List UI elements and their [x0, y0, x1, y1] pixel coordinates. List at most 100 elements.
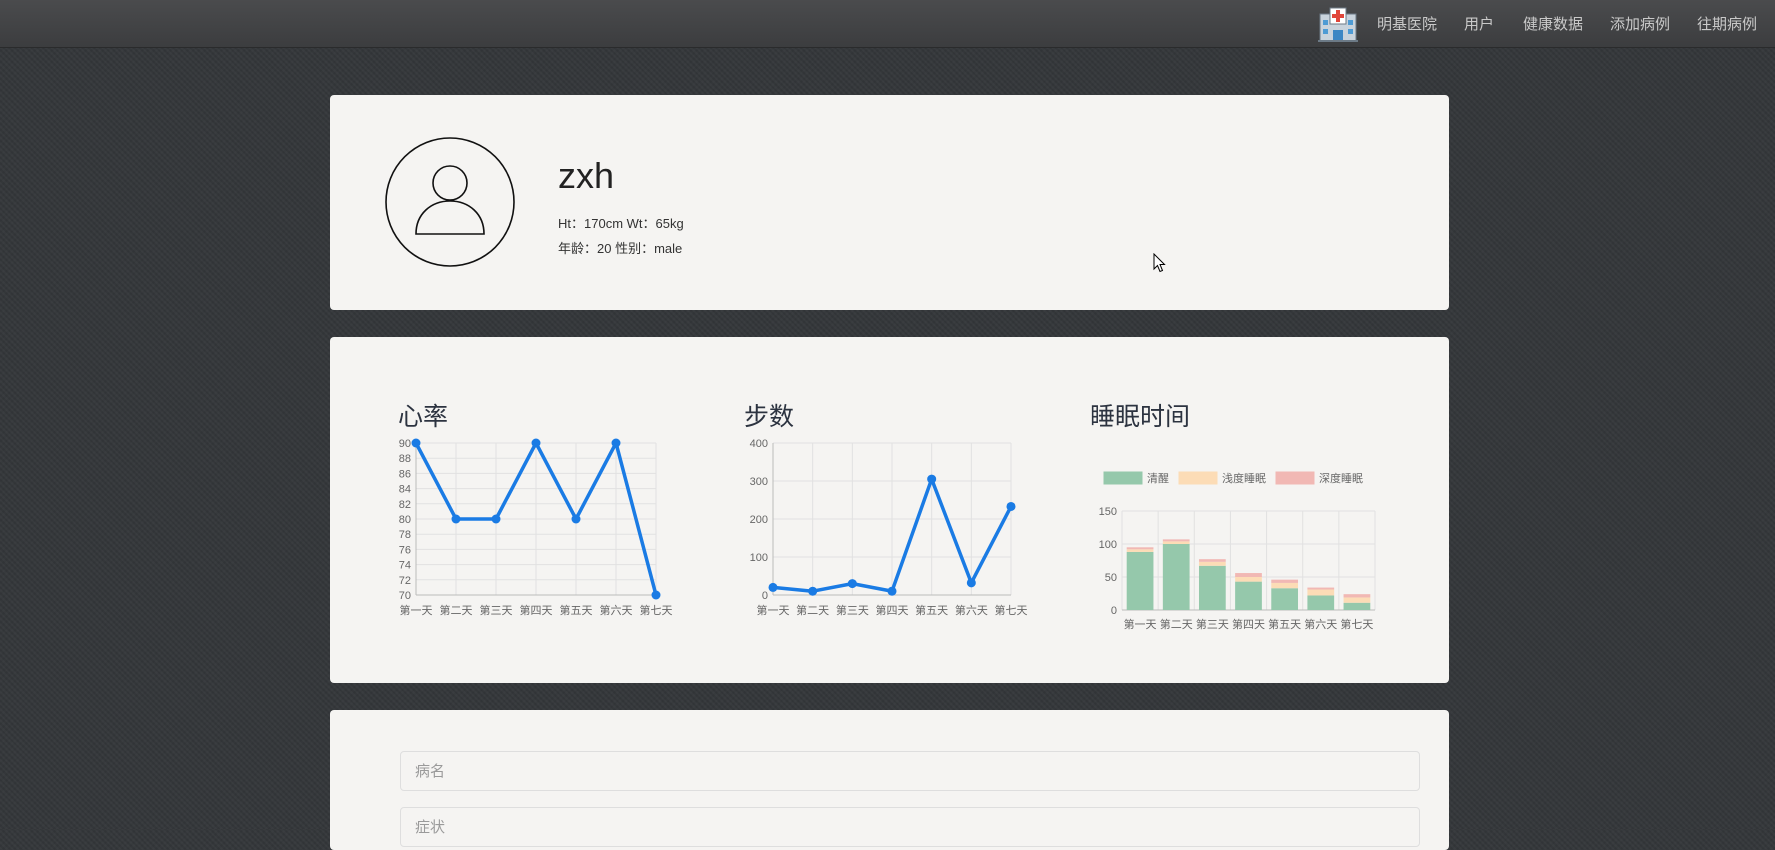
bar-segment [1198, 559, 1226, 562]
x-tick-label: 第一天 [757, 603, 790, 617]
legend-swatch [1275, 471, 1315, 485]
y-tick-label: 50 [1105, 572, 1117, 584]
bar-segment [1307, 587, 1335, 590]
bar-segment [1126, 551, 1154, 610]
user-height-weight: Ht：170cm Wt：65kg [558, 216, 684, 231]
x-tick-label: 第四天 [876, 603, 909, 617]
y-tick-label: 300 [750, 476, 768, 488]
user-name: zxh [558, 155, 615, 196]
y-tick-label: 200 [750, 514, 768, 526]
bar-segment [1198, 565, 1226, 610]
bar-segment [1307, 595, 1335, 610]
data-point [451, 514, 461, 524]
bar-segment [1162, 539, 1190, 542]
bar-segment [1198, 561, 1226, 566]
x-tick-label: 第五天 [560, 603, 593, 617]
data-point [611, 438, 621, 448]
bar-segment [1343, 602, 1371, 610]
data-point [651, 590, 661, 600]
y-tick-label: 100 [750, 552, 768, 564]
hospital-icon[interactable] [1317, 6, 1359, 42]
data-point [411, 438, 421, 448]
nav-brand-link[interactable]: 明基医院 [1377, 13, 1437, 34]
y-tick-label: 90 [399, 438, 411, 450]
data-point [1006, 501, 1016, 511]
bar-segment [1162, 544, 1190, 610]
bar-segment [1343, 594, 1371, 598]
data-point [491, 514, 501, 524]
x-tick-label: 第三天 [480, 603, 513, 617]
x-tick-label: 第七天 [640, 603, 673, 617]
nav-user-link[interactable]: 用户 [1464, 13, 1494, 34]
symptom-input[interactable] [400, 807, 1420, 847]
x-tick-label: 第一天 [1124, 617, 1157, 631]
sleep-time-title: 睡眠时间 [1090, 403, 1191, 431]
x-tick-label: 第六天 [600, 603, 633, 617]
legend-label: 浅度睡眠 [1222, 471, 1266, 485]
x-tick-label: 第二天 [1160, 617, 1193, 631]
nav-past-cases-link[interactable]: 往期病例 [1697, 13, 1757, 34]
y-tick-label: 74 [399, 560, 411, 572]
user-age-gender: 年龄：20 性别：male [558, 241, 683, 256]
user-avatar-icon [385, 137, 515, 267]
bar-segment [1235, 577, 1262, 582]
y-tick-label: 88 [399, 453, 411, 465]
x-tick-label: 第三天 [836, 603, 869, 617]
x-tick-label: 第一天 [400, 603, 433, 617]
x-tick-label: 第四天 [1232, 617, 1265, 631]
y-tick-label: 0 [1111, 605, 1117, 617]
mouse-cursor-icon [1153, 253, 1166, 273]
y-tick-label: 84 [399, 484, 411, 496]
legend-label: 清醒 [1147, 472, 1169, 485]
x-tick-label: 第五天 [1268, 617, 1301, 631]
bar-segment [1162, 541, 1190, 544]
heart-rate-title: 心率 [398, 403, 449, 431]
steps-title: 步数 [744, 403, 795, 431]
x-tick-label: 第五天 [915, 603, 948, 617]
disease-name-input[interactable] [400, 751, 1420, 791]
y-tick-label: 86 [399, 468, 411, 480]
nav-health-data-link[interactable]: 健康数据 [1523, 13, 1583, 34]
y-tick-label: 80 [399, 514, 411, 526]
data-point [887, 586, 897, 596]
x-tick-label: 第六天 [1304, 617, 1337, 631]
y-tick-label: 70 [399, 590, 411, 602]
data-point [927, 474, 937, 484]
bar-segment [1126, 547, 1154, 550]
bar-segment [1271, 579, 1299, 583]
x-tick-label: 第七天 [995, 603, 1028, 617]
data-point [571, 514, 581, 524]
y-tick-label: 72 [399, 575, 411, 587]
bar-segment [1307, 589, 1335, 596]
bar-segment [1235, 581, 1262, 610]
bar-segment [1271, 588, 1299, 610]
y-tick-label: 76 [399, 544, 411, 556]
nav-add-case-link[interactable]: 添加病例 [1610, 13, 1670, 34]
y-tick-label: 78 [399, 529, 411, 541]
x-tick-label: 第七天 [1340, 617, 1373, 631]
data-point [531, 438, 541, 448]
legend-label: 深度睡眠 [1319, 471, 1363, 485]
y-tick-label: 100 [1099, 539, 1117, 551]
top-navbar: 明基医院 用户 健康数据 添加病例 往期病例 [0, 0, 1775, 48]
sleep-time-chart: 清醒 浅度睡眠 深度睡眠 0 50 100 150 第一天 第二天 第三天 第四天 第五天 第六天 第七天 [1099, 471, 1376, 631]
x-tick-label: 第二天 [440, 603, 473, 617]
x-tick-label: 第六天 [955, 603, 988, 617]
case-form-card [330, 710, 1449, 850]
bar-segment [1126, 549, 1154, 552]
data-point [847, 579, 857, 589]
y-tick-label: 0 [762, 590, 768, 602]
data-point [768, 582, 778, 592]
y-tick-label: 400 [750, 438, 768, 450]
profile-card: zxh Ht：170cm Wt：65kg 年龄：20 性别：male [330, 95, 1449, 310]
x-tick-label: 第二天 [796, 603, 829, 617]
legend-swatch [1103, 471, 1143, 485]
y-tick-label: 150 [1099, 506, 1117, 518]
health-charts-card: 心率 步数 睡眠时间 70 72 74 76 78 80 82 84 86 88 90 第一天 第二天第… [330, 337, 1449, 683]
bar-segment [1235, 573, 1262, 577]
x-tick-label: 第三天 [1196, 617, 1229, 631]
y-tick-label: 82 [399, 499, 411, 511]
heart-rate-chart: 70 72 74 76 78 80 82 84 86 88 90 第一天 第二天 第三天 第四天 第五天 第六天… [399, 438, 673, 617]
data-point [966, 578, 976, 588]
x-tick-label: 第四天 [520, 603, 553, 617]
